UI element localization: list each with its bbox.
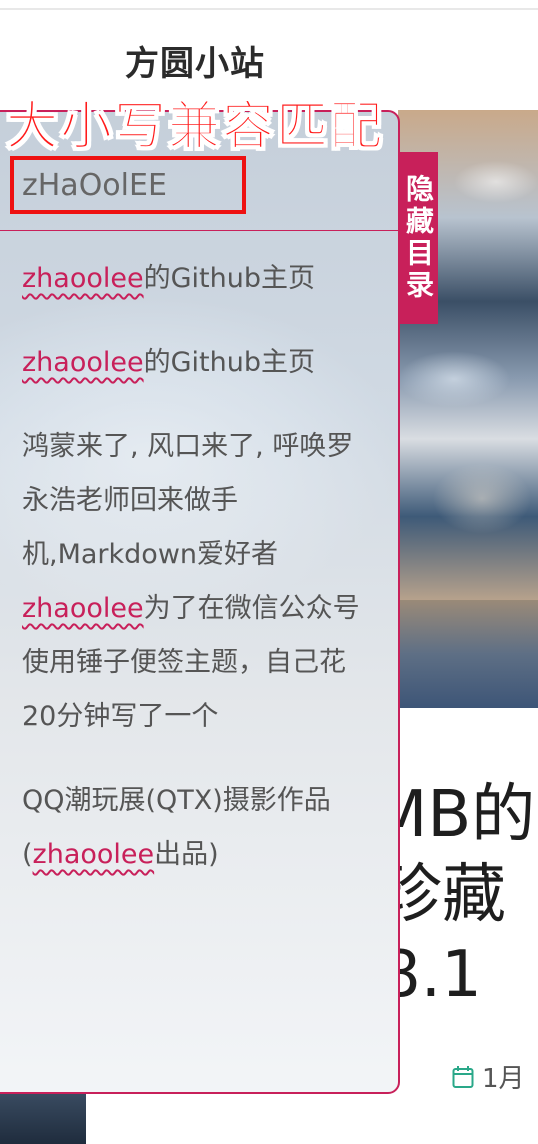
annotation-title: 大小写兼容匹配: [5, 97, 385, 158]
result-text: 鸿蒙来了, 风口来了, 呼唤罗永浩老师回来做手机,Markdown爱好者: [22, 431, 354, 570]
toc-result-item[interactable]: 鸿蒙来了, 风口来了, 呼唤罗永浩老师回来做手机,Markdown爱好者 zhao…: [22, 420, 362, 744]
result-text: 的Github主页: [143, 347, 315, 378]
result-text: 的Github主页: [143, 263, 315, 294]
toc-divider: [0, 230, 398, 231]
article-date: 1月: [482, 1064, 525, 1094]
toc-panel: zhaoolee的Github主页 zhaoolee的Github主页 鸿蒙来了…: [0, 110, 400, 1094]
toc-result-item[interactable]: zhaoolee的Github主页: [22, 252, 362, 306]
toc-result-item[interactable]: zhaoolee的Github主页: [22, 336, 362, 390]
toc-toggle-button[interactable]: 隐藏目录: [398, 152, 438, 324]
match-highlight: zhaoolee: [22, 263, 144, 294]
background-image-fragment: [0, 1090, 86, 1144]
hero-image-lower: [398, 600, 538, 708]
toc-search-input[interactable]: [10, 156, 246, 214]
site-title[interactable]: 方圆小站: [0, 36, 390, 85]
match-highlight: zhaoolee: [22, 593, 144, 624]
article-meta: 1月: [452, 1058, 525, 1095]
top-divider: [0, 8, 538, 10]
calendar-icon: [452, 1065, 474, 1088]
result-text: 出品): [154, 839, 219, 870]
match-highlight: zhaoolee: [32, 839, 155, 870]
toc-result-item[interactable]: QQ潮玩展(QTX)摄影作品(zhaoolee出品): [22, 774, 362, 882]
toc-results-list: zhaoolee的Github主页 zhaoolee的Github主页 鸿蒙来了…: [22, 252, 362, 912]
match-highlight: zhaoolee: [22, 347, 144, 378]
